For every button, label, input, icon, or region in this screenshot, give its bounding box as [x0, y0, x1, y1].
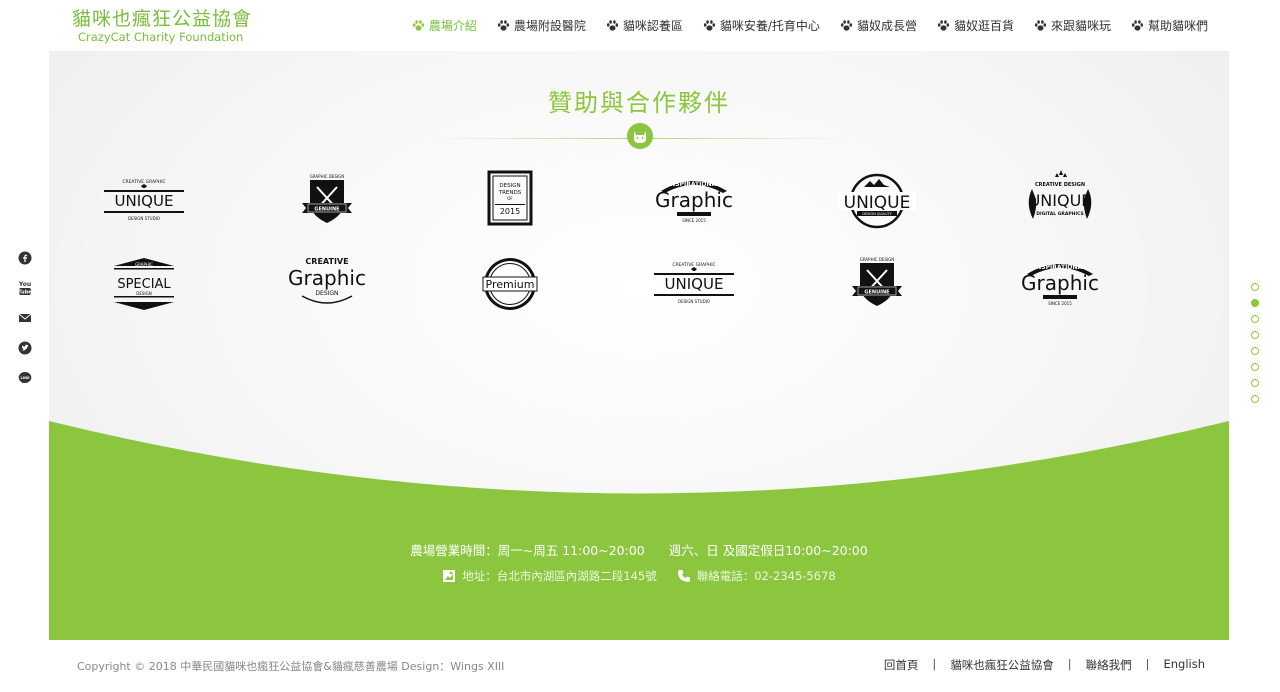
nav-item-label: 幫助貓咪們 — [1147, 19, 1208, 33]
line-icon[interactable]: LINE — [17, 370, 33, 386]
site-footer: Copyright © 2018 中華民國貓咪也瘋狂公益協會&貓瘋慈善農場 De… — [0, 640, 1280, 692]
phone-text[interactable]: 聯絡電話：02-2345-5678 — [697, 568, 836, 584]
phone-row: 聯絡電話：02-2345-5678 — [677, 568, 836, 584]
main-nav: 農場介紹 農場附設醫院 貓咪認養區 貓咪安養/托育中心 貓奴成長營 貓奴逛百貨 來跟貓咪玩 幫… — [392, 17, 1208, 34]
youtube-icon[interactable]: You Tube — [17, 280, 33, 296]
site-header: 貓咪也瘋狂公益協會 CrazyCat Charity Foundation 農場… — [0, 0, 1280, 52]
paw-icon — [840, 19, 853, 32]
pager-dot-1[interactable] — [1251, 299, 1259, 307]
paw-icon — [1034, 19, 1047, 32]
nav-item-6[interactable]: 來跟貓咪玩 — [1034, 17, 1111, 34]
mail-icon[interactable] — [17, 310, 33, 326]
svg-text:LINE: LINE — [20, 376, 30, 380]
svg-text:You: You — [18, 281, 31, 288]
social-sidebar: You Tube LINE — [17, 250, 35, 400]
nav-item-label: 貓咪安養/托育中心 — [719, 19, 820, 33]
address-text: 地址：台北市內湖區內湖路二段145號 — [462, 569, 657, 583]
paw-icon — [412, 19, 425, 32]
facebook-icon[interactable] — [17, 250, 33, 266]
logo-title-en: CrazyCat Charity Foundation — [78, 30, 244, 44]
pager-dot-3[interactable] — [1251, 331, 1259, 339]
nav-item-0[interactable]: 農場介紹 — [412, 17, 477, 34]
nav-item-3[interactable]: 貓咪安養/托育中心 — [703, 17, 820, 34]
footer-separator: | — [1067, 657, 1072, 671]
hours-weekday: 農場營業時間：周一~周五 11:00~20:00 — [410, 543, 645, 558]
pager-dot-7[interactable] — [1251, 395, 1259, 403]
svg-text:Tube: Tube — [18, 290, 32, 296]
nav-item-2[interactable]: 貓咪認養區 — [606, 17, 683, 34]
footer-link-0[interactable]: 回首頁 — [884, 657, 919, 673]
hours-weekend: 週六、日 及國定假日10:00~20:00 — [668, 543, 868, 558]
footer-link-2[interactable]: 聯絡我們 — [1086, 657, 1132, 673]
phone-icon — [677, 570, 690, 582]
nav-item-label: 農場附設醫院 — [513, 19, 586, 33]
paw-icon — [497, 19, 510, 32]
footer-link-3[interactable]: English — [1163, 657, 1205, 673]
nav-item-label: 貓奴逛百貨 — [953, 19, 1014, 33]
nav-item-5[interactable]: 貓奴逛百貨 — [937, 17, 1014, 34]
nav-item-label: 貓咪認養區 — [622, 19, 683, 33]
footer-separator: | — [932, 657, 937, 671]
footer-separator: | — [1145, 657, 1150, 671]
paw-icon — [703, 19, 716, 32]
pager-dot-0[interactable] — [1251, 283, 1259, 291]
footer-links: 回首頁 | 貓咪也瘋狂公益協會 | 聯絡我們 | English — [884, 657, 1205, 673]
section-pager — [1251, 283, 1259, 411]
pager-dot-6[interactable] — [1251, 379, 1259, 387]
paw-icon — [606, 19, 619, 32]
sponsors-section: 贊助與合作夥伴 CREATIVE GRAPHIC UNIQUE DESIGN S… — [49, 51, 1229, 640]
paw-icon — [1131, 19, 1144, 32]
pager-dot-2[interactable] — [1251, 315, 1259, 323]
logo-title-cn: 貓咪也瘋狂公益協會 — [72, 8, 253, 30]
footer-link-1[interactable]: 貓咪也瘋狂公益協會 — [950, 657, 1054, 673]
nav-item-1[interactable]: 農場附設醫院 — [497, 17, 586, 34]
nav-item-label: 來跟貓咪玩 — [1050, 19, 1111, 33]
pager-dot-4[interactable] — [1251, 347, 1259, 355]
nav-item-7[interactable]: 幫助貓咪們 — [1131, 17, 1208, 34]
nav-item-4[interactable]: 貓奴成長營 — [840, 17, 917, 34]
nav-item-label: 貓奴成長營 — [856, 19, 917, 33]
contact-info: 地址：台北市內湖區內湖路二段145號 聯絡電話：02-2345-5678 — [49, 568, 1229, 584]
site-logo[interactable]: 貓咪也瘋狂公益協會 CrazyCat Charity Foundation — [72, 8, 252, 44]
map-icon — [443, 570, 456, 582]
opening-hours: 農場營業時間：周一~周五 11:00~20:00 週六、日 及國定假日10:00… — [49, 540, 1229, 559]
nav-item-label: 農場介紹 — [428, 19, 477, 33]
paw-icon — [937, 19, 950, 32]
address-row: 地址：台北市內湖區內湖路二段145號 — [442, 568, 657, 584]
copyright-text: Copyright © 2018 中華民國貓咪也瘋狂公益協會&貓瘋慈善農場 De… — [77, 660, 505, 673]
pager-dot-5[interactable] — [1251, 363, 1259, 371]
twitter-icon[interactable] — [17, 340, 33, 356]
